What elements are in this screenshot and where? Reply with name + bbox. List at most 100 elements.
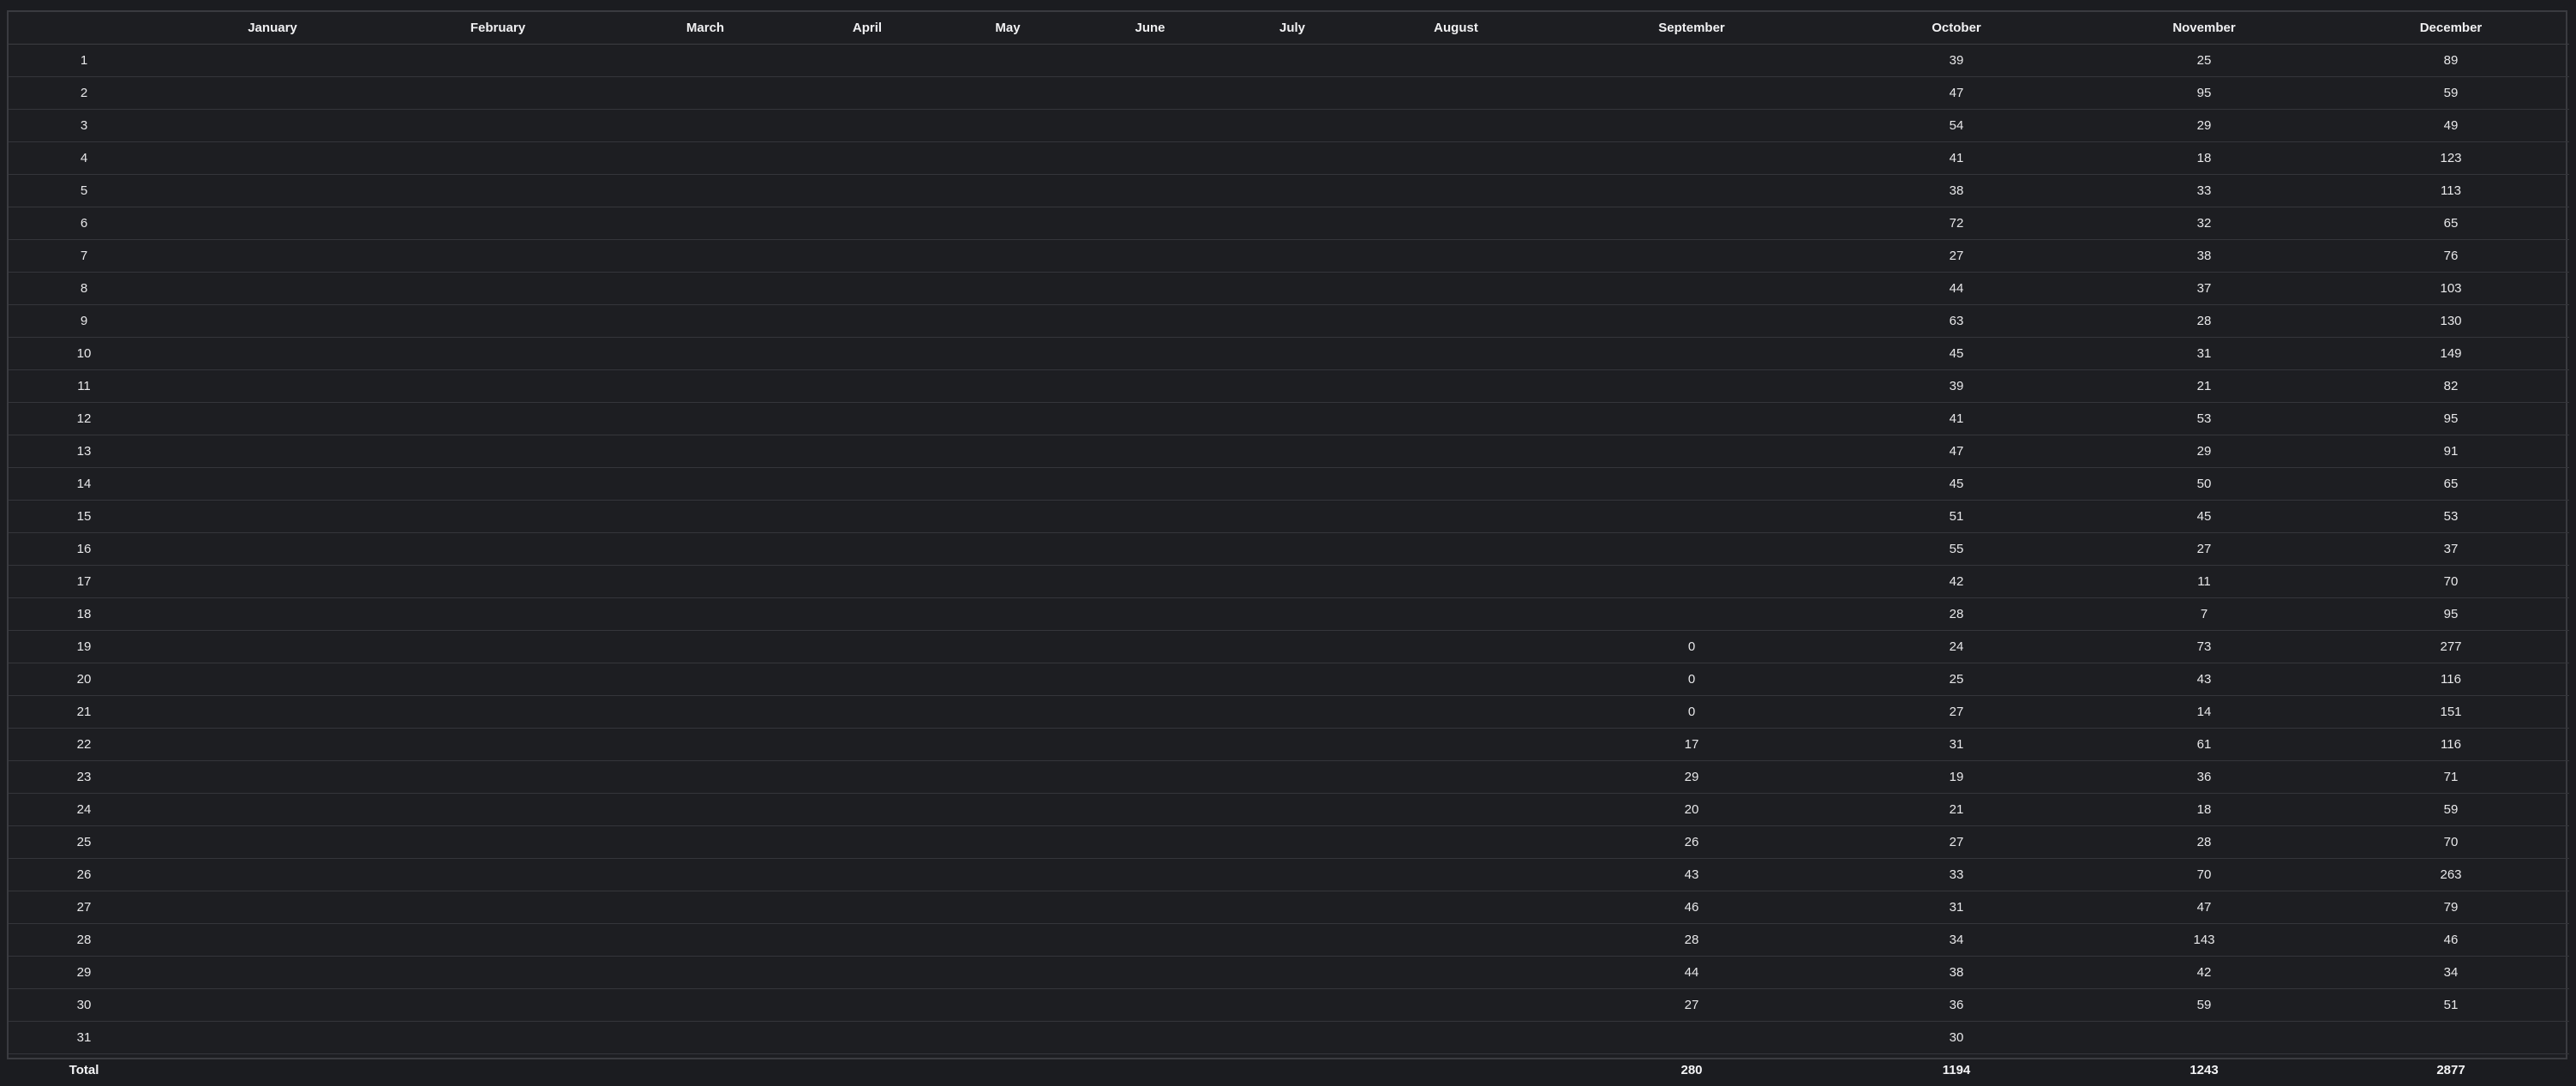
value-cell bbox=[800, 598, 934, 631]
value-cell: 61 bbox=[2076, 729, 2333, 761]
value-cell bbox=[1219, 533, 1366, 566]
total-cell: 2877 bbox=[2333, 1054, 2569, 1086]
table-row: 2526272870 bbox=[9, 826, 2569, 859]
value-cell bbox=[1081, 435, 1219, 468]
value-cell bbox=[800, 729, 934, 761]
value-cell: 72 bbox=[1837, 207, 2076, 240]
value-cell bbox=[386, 338, 610, 370]
value-cell bbox=[1366, 370, 1546, 403]
value-cell: 116 bbox=[2333, 729, 2569, 761]
value-cell bbox=[800, 207, 934, 240]
value-cell bbox=[934, 370, 1081, 403]
value-cell: 45 bbox=[1837, 338, 2076, 370]
column-header-october[interactable]: October bbox=[1837, 12, 2076, 45]
column-header-june[interactable]: June bbox=[1081, 12, 1219, 45]
table-row: 3027365951 bbox=[9, 989, 2569, 1022]
value-cell bbox=[1366, 175, 1546, 207]
value-cell bbox=[1546, 370, 1837, 403]
value-cell: 17 bbox=[1546, 729, 1837, 761]
value-cell bbox=[1366, 598, 1546, 631]
value-cell bbox=[1546, 142, 1837, 175]
value-cell: 26 bbox=[1546, 826, 1837, 859]
table-row: 2002543116 bbox=[9, 663, 2569, 696]
total-cell bbox=[1366, 1054, 1546, 1086]
value-cell bbox=[800, 468, 934, 501]
column-header-september[interactable]: September bbox=[1546, 12, 1837, 45]
value-cell: 27 bbox=[2076, 533, 2333, 566]
column-header-july[interactable]: July bbox=[1219, 12, 1366, 45]
value-cell bbox=[934, 663, 1081, 696]
value-cell: 39 bbox=[1837, 370, 2076, 403]
value-cell bbox=[159, 501, 386, 533]
table-row: 3542949 bbox=[9, 110, 2569, 142]
value-cell: 53 bbox=[2076, 403, 2333, 435]
value-cell bbox=[1366, 826, 1546, 859]
day-cell: 8 bbox=[9, 273, 159, 305]
value-cell: 0 bbox=[1546, 663, 1837, 696]
value-cell bbox=[610, 826, 800, 859]
column-header-august[interactable]: August bbox=[1366, 12, 1546, 45]
column-header-march[interactable]: March bbox=[610, 12, 800, 45]
value-cell bbox=[800, 631, 934, 663]
day-cell: 3 bbox=[9, 110, 159, 142]
table-header-row: JanuaryFebruaryMarchAprilMayJuneJulyAugu… bbox=[9, 12, 2569, 45]
value-cell: 7 bbox=[2076, 598, 2333, 631]
value-cell: 113 bbox=[2333, 175, 2569, 207]
value-cell bbox=[800, 859, 934, 891]
value-cell bbox=[610, 533, 800, 566]
value-cell bbox=[610, 77, 800, 110]
day-cell: 16 bbox=[9, 533, 159, 566]
day-cell: 25 bbox=[9, 826, 159, 859]
value-cell bbox=[1546, 273, 1837, 305]
column-header-april[interactable]: April bbox=[800, 12, 934, 45]
value-cell bbox=[934, 989, 1081, 1022]
value-cell: 59 bbox=[2333, 794, 2569, 826]
column-header-january[interactable]: January bbox=[159, 12, 386, 45]
value-cell bbox=[800, 273, 934, 305]
value-cell bbox=[1081, 989, 1219, 1022]
value-cell bbox=[934, 501, 1081, 533]
value-cell: 50 bbox=[2076, 468, 2333, 501]
table-row: 96328130 bbox=[9, 305, 2569, 338]
value-cell bbox=[1219, 142, 1366, 175]
value-cell bbox=[1546, 207, 1837, 240]
value-cell bbox=[800, 175, 934, 207]
value-cell bbox=[1546, 501, 1837, 533]
value-cell: 27 bbox=[1546, 989, 1837, 1022]
value-cell bbox=[386, 957, 610, 989]
value-cell bbox=[1219, 598, 1366, 631]
column-header-november[interactable]: November bbox=[2076, 12, 2333, 45]
value-cell bbox=[1081, 1022, 1219, 1054]
value-cell: 149 bbox=[2333, 338, 2569, 370]
value-cell bbox=[1219, 1022, 1366, 1054]
value-cell: 70 bbox=[2333, 826, 2569, 859]
value-cell bbox=[386, 110, 610, 142]
value-cell bbox=[934, 110, 1081, 142]
value-cell bbox=[1546, 533, 1837, 566]
value-cell bbox=[610, 794, 800, 826]
value-cell: 31 bbox=[1837, 729, 2076, 761]
column-header-may[interactable]: May bbox=[934, 12, 1081, 45]
value-cell bbox=[159, 729, 386, 761]
value-cell bbox=[386, 403, 610, 435]
value-cell: 28 bbox=[1837, 598, 2076, 631]
value-cell bbox=[1366, 305, 1546, 338]
value-cell: 130 bbox=[2333, 305, 2569, 338]
value-cell bbox=[159, 794, 386, 826]
value-cell bbox=[159, 45, 386, 77]
value-cell bbox=[386, 77, 610, 110]
column-header-february[interactable]: February bbox=[386, 12, 610, 45]
column-header-december[interactable]: December bbox=[2333, 12, 2569, 45]
day-cell: 15 bbox=[9, 501, 159, 533]
value-cell bbox=[159, 533, 386, 566]
value-cell bbox=[610, 957, 800, 989]
day-cell: 23 bbox=[9, 761, 159, 794]
value-cell bbox=[1219, 273, 1366, 305]
value-cell bbox=[800, 77, 934, 110]
table-row: 6723265 bbox=[9, 207, 2569, 240]
day-cell: 10 bbox=[9, 338, 159, 370]
value-cell bbox=[934, 566, 1081, 598]
column-header-day[interactable] bbox=[9, 12, 159, 45]
value-cell bbox=[610, 761, 800, 794]
value-cell: 51 bbox=[1837, 501, 2076, 533]
